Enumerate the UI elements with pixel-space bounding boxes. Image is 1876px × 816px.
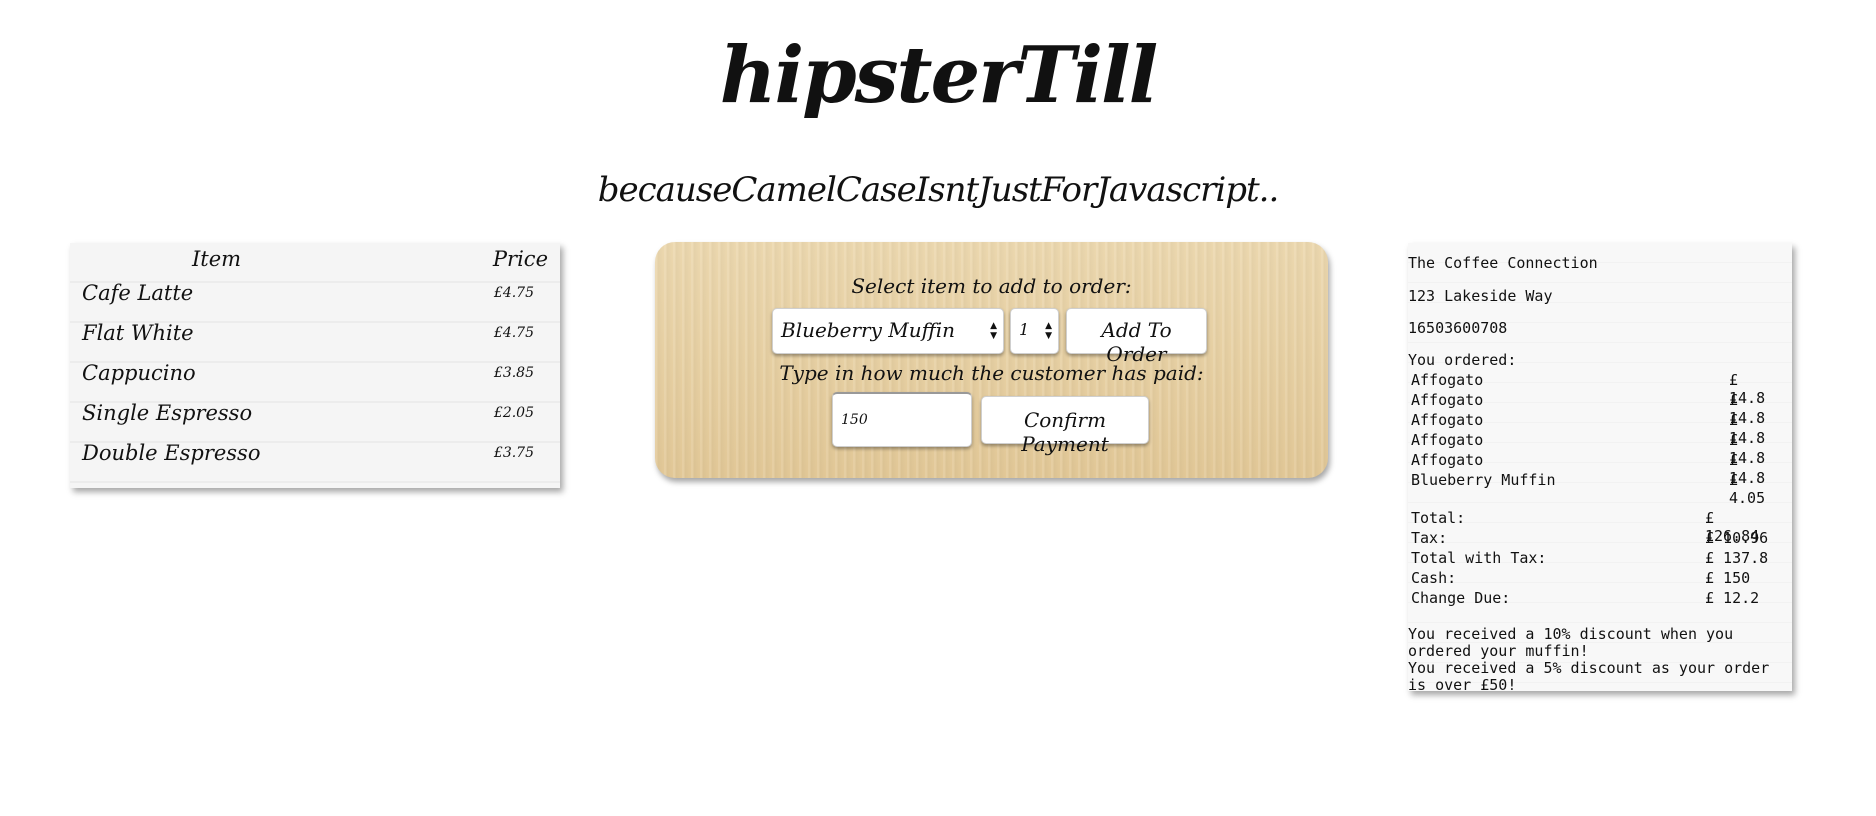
receipt-line-item: Affogato bbox=[1411, 411, 1484, 429]
quantity-value: 1 bbox=[1019, 320, 1030, 339]
receipt-tax-row: Tax: £ 10.96 bbox=[1411, 529, 1771, 549]
menu-item-price: £3.75 bbox=[493, 445, 534, 461]
amount-paid-input[interactable]: 150 bbox=[832, 392, 972, 447]
menu-item-name: Cappucino bbox=[82, 361, 196, 385]
receipt-line-item: Affogato bbox=[1411, 431, 1484, 449]
menu-row: Flat White £4.75 bbox=[70, 313, 560, 353]
menu-item-name: Double Espresso bbox=[82, 441, 261, 465]
menu-item-price: £4.75 bbox=[493, 285, 534, 301]
select-item-label: Select item to add to order: bbox=[851, 274, 1132, 298]
menu-row: Cappucino £3.85 bbox=[70, 353, 560, 393]
receipt-phone: 16503600708 bbox=[1408, 319, 1508, 337]
receipt-line: Affogato £ 14.8 bbox=[1411, 431, 1771, 467]
menu-item-name: Single Espresso bbox=[82, 401, 253, 425]
receipt: The Coffee Connection 123 Lakeside Way 1… bbox=[1408, 243, 1792, 694]
receipt-total-label: Total: bbox=[1411, 509, 1466, 527]
menu-header-price: Price bbox=[492, 247, 548, 271]
receipt-change-label: Change Due: bbox=[1411, 589, 1511, 607]
select-arrows-icon: ▲ ▼ bbox=[1045, 321, 1052, 341]
receipt-line: Blueberry Muffin £ 4.05 bbox=[1411, 471, 1771, 507]
receipt-line-item: Affogato bbox=[1411, 391, 1484, 409]
receipt-total-with-tax-value: £ 137.8 bbox=[1705, 549, 1769, 567]
receipt-line: Affogato £ 14.8 bbox=[1411, 391, 1771, 427]
add-to-order-button[interactable]: Add To Order bbox=[1066, 308, 1207, 366]
receipt-ordered-label: You ordered: bbox=[1408, 351, 1517, 369]
quantity-select[interactable]: 1 ▲ ▼ bbox=[1010, 308, 1059, 354]
app-title: hipsterTill bbox=[719, 30, 1158, 121]
menu-row: Double Espresso £3.75 bbox=[70, 433, 560, 473]
order-panel: Select item to add to order: Blueberry M… bbox=[655, 242, 1328, 478]
item-select-value: Blueberry Muffin bbox=[781, 318, 956, 342]
item-select[interactable]: Blueberry Muffin ▲ ▼ bbox=[772, 308, 1004, 354]
receipt-cash-row: Cash: £ 150 bbox=[1411, 569, 1771, 589]
app-tagline: becauseCamelCaseIsntJustForJavascript.. bbox=[597, 170, 1280, 210]
receipt-cash-value: £ 150 bbox=[1705, 569, 1751, 587]
menu-header: Item Price bbox=[70, 243, 560, 273]
receipt-total-row: Total: £ 126.84 bbox=[1411, 509, 1771, 545]
receipt-line-item: Affogato bbox=[1411, 371, 1484, 389]
receipt-change-row: Change Due: £ 12.2 bbox=[1411, 589, 1771, 609]
receipt-line-price: £ 4.05 bbox=[1729, 471, 1766, 507]
confirm-payment-button[interactable]: Confirm Payment bbox=[981, 396, 1149, 456]
receipt-address: 123 Lakeside Way bbox=[1408, 287, 1553, 305]
receipt-line-item: Blueberry Muffin bbox=[1411, 471, 1556, 489]
menu-item-price: £4.75 bbox=[493, 325, 534, 341]
receipt-total-with-tax-row: Total with Tax: £ 137.8 bbox=[1411, 549, 1771, 569]
receipt-line: Affogato £ 14.8 bbox=[1411, 451, 1771, 487]
receipt-change-value: £ 12.2 bbox=[1705, 589, 1760, 607]
receipt-cash-label: Cash: bbox=[1411, 569, 1457, 587]
menu-item-price: £2.05 bbox=[493, 405, 534, 421]
receipt-shop-name: The Coffee Connection bbox=[1408, 254, 1598, 272]
menu-item-name: Flat White bbox=[82, 321, 194, 345]
menu-card: Item Price Cafe Latte £4.75 Flat White £… bbox=[70, 243, 560, 488]
menu-row: Single Espresso £2.05 bbox=[70, 393, 560, 433]
receipt-discount-order: You received a 5% discount as your order… bbox=[1408, 659, 1770, 694]
receipt-discount-muffin: You received a 10% discount when you ord… bbox=[1408, 625, 1734, 660]
receipt-line: Affogato £ 14.8 bbox=[1411, 411, 1771, 447]
receipt-tax-value: £ 10.96 bbox=[1705, 529, 1769, 547]
menu-row: Cafe Latte £4.75 bbox=[70, 273, 560, 313]
receipt-line: Affogato £ 14.8 bbox=[1411, 371, 1771, 407]
select-arrows-icon: ▲ ▼ bbox=[990, 321, 997, 341]
paid-label: Type in how much the customer has paid: bbox=[779, 361, 1204, 385]
menu-header-item: Item bbox=[192, 247, 242, 271]
menu-item-price: £3.85 bbox=[493, 365, 534, 381]
receipt-line-item: Affogato bbox=[1411, 451, 1484, 469]
receipt-total-with-tax-label: Total with Tax: bbox=[1411, 549, 1547, 567]
receipt-tax-label: Tax: bbox=[1411, 529, 1448, 547]
menu-item-name: Cafe Latte bbox=[82, 281, 194, 305]
